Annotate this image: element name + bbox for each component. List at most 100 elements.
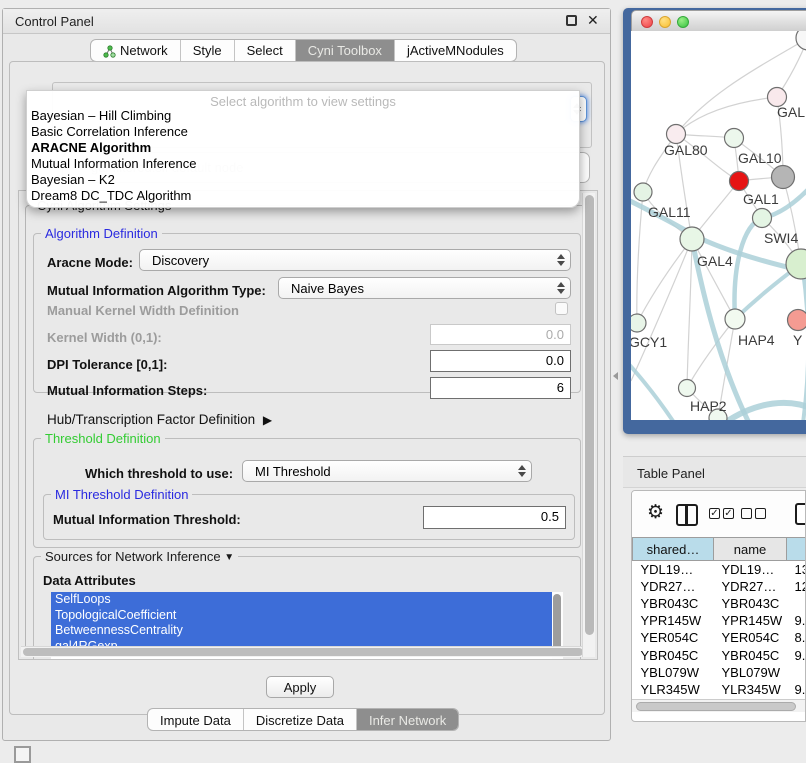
- network-node[interactable]: [667, 125, 686, 144]
- mi-steps-field[interactable]: 6: [430, 377, 571, 399]
- table-cell[interactable]: YLR345W: [633, 681, 714, 698]
- network-node[interactable]: [631, 314, 646, 332]
- kernel-width-field[interactable]: 0.0: [430, 324, 571, 345]
- network-edge[interactable]: [687, 239, 692, 388]
- dropdown-item[interactable]: Mutual Information Inference: [27, 156, 579, 172]
- network-node[interactable]: [725, 129, 744, 148]
- table-cell[interactable]: [787, 595, 806, 612]
- table-cell[interactable]: YDL19…: [633, 561, 714, 578]
- table-cell[interactable]: YBL079W: [714, 664, 787, 681]
- dropdown-item-selected[interactable]: ARACNE Algorithm: [27, 140, 579, 156]
- list-item[interactable]: SelfLoops: [51, 592, 552, 608]
- mi-algorithm-type-combobox[interactable]: Naive Bayes: [278, 277, 571, 299]
- network-window-titlebar[interactable]: [631, 10, 806, 32]
- network-node[interactable]: [680, 227, 704, 251]
- table-cell[interactable]: YBL079W: [633, 664, 714, 681]
- apply-button[interactable]: Apply: [266, 676, 334, 698]
- table-cell[interactable]: [787, 664, 806, 681]
- manual-kernel-checkbox[interactable]: [555, 302, 568, 315]
- network-edge[interactable]: [637, 192, 643, 323]
- table-row[interactable]: YBR043CYBR043C: [633, 595, 806, 612]
- network-node[interactable]: [753, 209, 772, 228]
- tab-impute-data[interactable]: Impute Data: [148, 709, 244, 730]
- column-header[interactable]: A: [787, 538, 806, 561]
- table-cell[interactable]: 9.: [787, 646, 806, 663]
- table-cell[interactable]: 9.: [787, 681, 806, 698]
- settings-gear-icon[interactable]: ⚙: [647, 501, 664, 524]
- tab-network[interactable]: Network: [91, 40, 181, 61]
- new-table-icon[interactable]: [795, 503, 806, 525]
- network-node[interactable]: [725, 309, 745, 329]
- mi-threshold-field[interactable]: 0.5: [423, 506, 566, 529]
- table-row[interactable]: YDL19…YDL19…13: [633, 561, 806, 578]
- hub-definition-toggle[interactable]: Hub/Transcription Factor Definition ▶: [47, 412, 268, 427]
- network-edge[interactable]: [631, 239, 692, 381]
- table-row[interactable]: YDR27…YDR27…12: [633, 578, 806, 595]
- table-cell[interactable]: YER054C: [714, 629, 787, 646]
- table-row[interactable]: YER054CYER054C8.: [633, 629, 806, 646]
- table-cell[interactable]: YBR043C: [714, 595, 787, 612]
- network-canvas[interactable]: GALGAL80GAL10GAL1GAL11SWI4GAL4HAP4YGCY1H…: [631, 31, 806, 420]
- close-traffic-light[interactable]: [641, 16, 653, 28]
- tab-discretize-data[interactable]: Discretize Data: [244, 709, 357, 730]
- tab-select[interactable]: Select: [235, 40, 296, 61]
- dropdown-item[interactable]: Bayesian – K2: [27, 172, 579, 188]
- collapsed-panel-icon[interactable]: [14, 746, 31, 763]
- table-row[interactable]: YBR045CYBR045C9.: [633, 646, 806, 663]
- table-row[interactable]: YLR345WYLR345W9.: [633, 681, 806, 698]
- table-cell[interactable]: YDR27…: [633, 578, 714, 595]
- data-attributes-label: Data Attributes: [43, 573, 136, 588]
- column-header[interactable]: name: [714, 538, 787, 561]
- network-node[interactable]: [796, 31, 806, 50]
- network-node[interactable]: [730, 172, 749, 191]
- network-edge[interactable]: [676, 97, 777, 134]
- minimize-traffic-light[interactable]: [659, 16, 671, 28]
- dropdown-item[interactable]: Dream8 DC_TDC Algorithm: [27, 188, 579, 204]
- network-node[interactable]: [679, 380, 696, 397]
- tab-infer-network[interactable]: Infer Network: [357, 709, 458, 730]
- tab-style[interactable]: Style: [181, 40, 235, 61]
- table-row[interactable]: YPR145WYPR145W9.: [633, 612, 806, 629]
- table-cell[interactable]: YBR045C: [714, 646, 787, 663]
- list-item[interactable]: TopologicalCoefficient: [51, 608, 552, 624]
- table-row[interactable]: YBL079WYBL079W: [633, 664, 806, 681]
- table-cell[interactable]: YDR27…: [714, 578, 787, 595]
- table-cell[interactable]: 8.: [787, 629, 806, 646]
- table-cell[interactable]: YBR043C: [633, 595, 714, 612]
- table-cell[interactable]: YPR145W: [714, 612, 787, 629]
- zoom-traffic-light[interactable]: [677, 16, 689, 28]
- table-cell[interactable]: 9.: [787, 612, 806, 629]
- table-cell[interactable]: YLR345W: [714, 681, 787, 698]
- vertical-scrollbar[interactable]: [582, 193, 595, 657]
- which-threshold-combobox[interactable]: MI Threshold: [242, 460, 532, 482]
- network-edge[interactable]: [631, 361, 675, 420]
- dpi-tolerance-field[interactable]: 0.0: [430, 350, 571, 372]
- table-cell[interactable]: 13: [787, 561, 806, 578]
- table-cell[interactable]: YER054C: [633, 629, 714, 646]
- table-cell[interactable]: 12: [787, 578, 806, 595]
- table-cell[interactable]: YDL19…: [714, 561, 787, 578]
- spinner-arrows-icon: [556, 254, 564, 266]
- tab-jactivemnodules[interactable]: jActiveMNodules: [395, 40, 516, 61]
- column-header[interactable]: shared…: [633, 538, 714, 561]
- splitter-collapse-icon[interactable]: [613, 372, 618, 380]
- network-edge[interactable]: [723, 403, 806, 420]
- table-cell[interactable]: YPR145W: [633, 612, 714, 629]
- tab-cyni-toolbox[interactable]: Cyni Toolbox: [296, 40, 395, 61]
- dropdown-item[interactable]: Bayesian – Hill Climbing: [27, 108, 579, 124]
- aracne-mode-combobox[interactable]: Discovery: [139, 249, 571, 271]
- node-label: HAP4: [738, 332, 775, 348]
- split-table-icon[interactable]: [676, 504, 698, 526]
- expanded-arrow-icon: ▼: [224, 552, 234, 563]
- table-cell[interactable]: YBR045C: [633, 646, 714, 663]
- network-node[interactable]: [788, 310, 806, 331]
- table-horizontal-scrollbar[interactable]: [632, 699, 805, 712]
- network-edge[interactable]: [637, 239, 692, 323]
- network-node[interactable]: [634, 183, 652, 201]
- network-node[interactable]: [772, 166, 795, 189]
- close-icon[interactable]: ✕: [587, 12, 599, 29]
- horizontal-scrollbar[interactable]: [21, 646, 589, 657]
- list-item[interactable]: BetweennessCentrality: [51, 623, 552, 639]
- float-panel-icon[interactable]: [566, 15, 577, 26]
- dropdown-item[interactable]: Basic Correlation Inference: [27, 124, 579, 140]
